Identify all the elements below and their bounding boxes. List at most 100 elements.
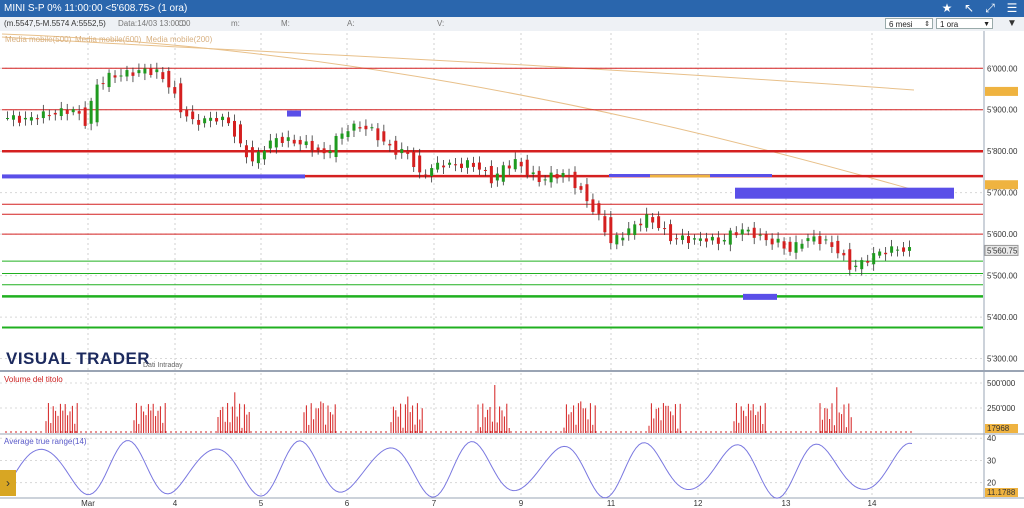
candle-body	[316, 147, 320, 151]
candle-body	[322, 148, 326, 154]
candle-body	[800, 243, 804, 249]
candle-body	[489, 165, 493, 184]
x-axis-tick-label: Mar	[81, 499, 95, 508]
candle-body	[722, 239, 726, 242]
candle-body	[758, 234, 762, 236]
candle-body	[179, 83, 183, 113]
price-axis-tick-label: 5'300.00	[987, 355, 1018, 364]
candle-body	[262, 150, 266, 160]
candle-body	[603, 216, 607, 233]
candle-body	[364, 125, 368, 130]
ma500-legend: Media mobile(500)	[5, 35, 72, 44]
candle-body	[848, 249, 852, 270]
axis-marker	[985, 86, 1018, 96]
candle-body	[675, 238, 679, 240]
zone-rectangle	[735, 187, 954, 199]
chevron-right-icon: ›	[6, 476, 10, 490]
candle-body	[233, 120, 236, 137]
zone-rectangle	[287, 110, 301, 117]
candle-body	[866, 260, 870, 263]
candle-body	[681, 235, 685, 240]
candle-body	[579, 186, 583, 190]
candle-body	[6, 118, 9, 120]
candle-body	[860, 260, 864, 270]
candle-body	[11, 115, 15, 120]
candle-body	[89, 100, 93, 124]
candle-body	[352, 123, 356, 131]
candle-body	[495, 173, 499, 181]
candle-body	[17, 115, 21, 123]
candle-body	[501, 165, 505, 182]
candle-body	[710, 236, 714, 241]
candle-body	[119, 75, 123, 77]
candle-body	[29, 117, 33, 121]
candle-body	[902, 247, 906, 252]
candle-body	[884, 252, 888, 255]
candle-body	[890, 246, 894, 253]
candle-body	[704, 238, 708, 242]
candle-body	[627, 228, 631, 236]
candle-body	[388, 143, 392, 146]
price-axis-tick-label: 6'000.00	[987, 64, 1018, 73]
candle-body	[830, 242, 834, 247]
candle-body	[35, 118, 39, 120]
candle-body	[250, 147, 254, 162]
price-axis-tick-label: 5'800.00	[987, 147, 1018, 156]
candle-body	[621, 237, 625, 241]
candle-body	[591, 199, 595, 212]
candle-body	[137, 70, 141, 74]
candle-body	[442, 165, 446, 168]
candle-body	[376, 128, 380, 141]
zone-rectangle	[2, 174, 305, 179]
candle-body	[824, 239, 828, 241]
candle-body	[412, 151, 416, 168]
volume-panel-label: Volume del titolo	[4, 375, 63, 384]
candle-body	[752, 227, 756, 238]
candle-body	[238, 124, 242, 144]
candle-body	[256, 151, 260, 164]
x-axis-tick-label: 4	[173, 499, 178, 508]
candle-body	[107, 72, 111, 88]
candle-body	[687, 236, 690, 244]
candle-body	[669, 224, 673, 242]
candle-body	[585, 184, 589, 202]
candle-body	[274, 138, 278, 148]
candle-body	[95, 84, 99, 123]
candle-body	[155, 69, 159, 73]
candle-body	[651, 217, 655, 223]
data-source-label: Dati Intraday	[143, 362, 183, 369]
candle-body	[298, 139, 302, 145]
candle-body	[878, 251, 882, 256]
candle-body	[197, 119, 201, 125]
candle-body	[537, 170, 541, 183]
candle-body	[854, 265, 858, 268]
candle-body	[633, 224, 637, 236]
volume-value-label: 17968	[987, 424, 1010, 433]
price-axis-tick-label: 5'400.00	[987, 313, 1018, 322]
candle-body	[734, 232, 738, 236]
atr-panel-label: Average true range(14)	[4, 437, 87, 446]
visual-trader-logo: VISUAL TRADER	[6, 349, 151, 368]
candle-body	[71, 109, 75, 113]
candle-body	[454, 164, 458, 166]
price-axis-tick-label: 5'500.00	[987, 272, 1018, 281]
x-axis-tick-label: 6	[345, 499, 350, 508]
candle-body	[663, 228, 667, 230]
candle-body	[842, 252, 846, 256]
price-chart[interactable]: Mar 4 5 6 7 9 11 12 13 14 6'000.00 5'900.00 5'800.00…	[0, 0, 1024, 508]
candle-body	[149, 68, 153, 76]
candle-body	[340, 133, 344, 139]
candle-body	[334, 135, 338, 158]
candle-body	[125, 70, 129, 77]
candle-body	[280, 136, 284, 143]
x-axis-tick-label: 5	[259, 499, 264, 508]
candle-body	[41, 111, 45, 119]
candle-body	[424, 174, 428, 176]
candle-body	[394, 140, 398, 155]
candle-body	[471, 162, 475, 167]
candle-body	[185, 109, 189, 117]
candle-body	[782, 241, 786, 249]
candle-body	[460, 163, 463, 169]
scroll-right-button[interactable]: ›	[0, 470, 16, 496]
atr-value-label: 11.1788	[987, 488, 1016, 497]
